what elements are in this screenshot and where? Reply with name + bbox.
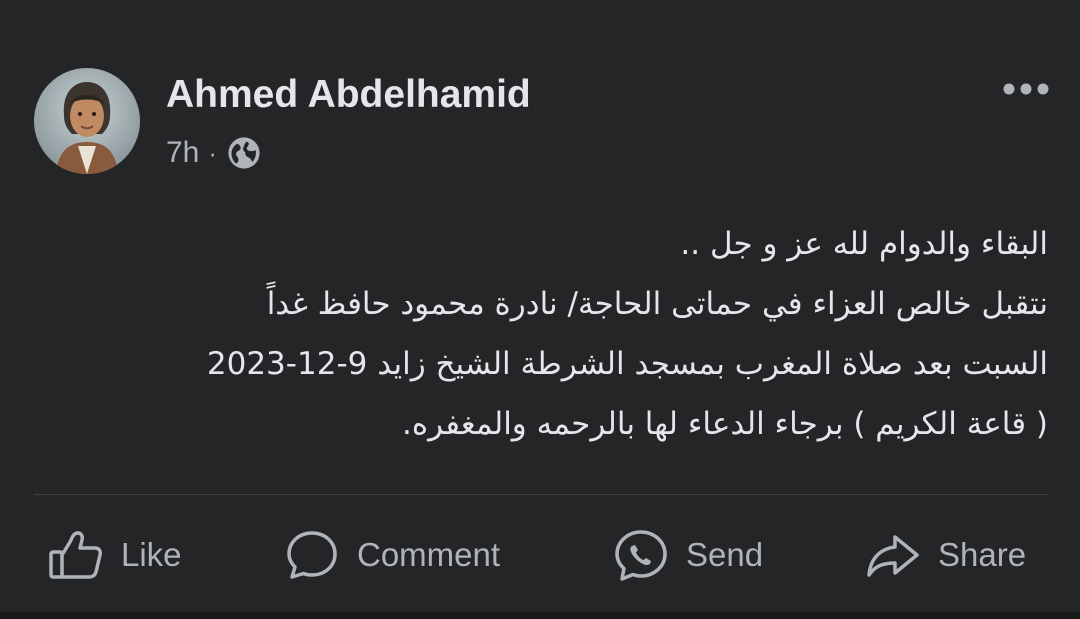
- post-meta: 7h ·: [166, 132, 261, 174]
- like-label: Like: [121, 536, 182, 573]
- post-card: Ahmed Abdelhamid 7h · البقاء والدوام لله…: [0, 0, 1080, 619]
- send-button[interactable]: Send: [613, 515, 763, 595]
- comment-label: Comment: [357, 536, 501, 573]
- divider: [34, 494, 1047, 495]
- messenger-icon: [615, 530, 667, 581]
- post-actions: Like Comment Send Share: [0, 515, 1080, 595]
- post-text: البقاء والدوام لله عز و جل .. نتقبل خالص…: [40, 214, 1048, 454]
- thumbs-up-icon: [49, 531, 102, 579]
- comment-icon: [287, 531, 337, 579]
- share-arrow-icon: [867, 535, 919, 577]
- more-horizontal-icon: [1003, 83, 1049, 95]
- like-button[interactable]: Like: [48, 515, 182, 595]
- send-label: Send: [686, 536, 764, 573]
- globe-icon[interactable]: [227, 136, 261, 170]
- avatar[interactable]: [34, 68, 140, 174]
- comment-button[interactable]: Comment: [284, 515, 500, 595]
- meta-separator: ·: [208, 137, 218, 168]
- post-text-line: السبت بعد صلاة المغرب بمسجد الشرطة الشيخ…: [206, 346, 1048, 382]
- post-text-line: نتقبل خالص العزاء في حماتى الحاجة/ نادرة…: [266, 286, 1048, 322]
- share-label: Share: [938, 536, 1027, 573]
- author-name[interactable]: Ahmed Abdelhamid: [166, 70, 531, 120]
- profile-photo-icon: [34, 68, 140, 174]
- feed-separator: [0, 612, 1080, 619]
- post-text-line: البقاء والدوام لله عز و جل ..: [680, 226, 1048, 262]
- post-text-line: ( قاعة الكريم ) برجاء الدعاء لها بالرحمه…: [401, 406, 1048, 442]
- post-time[interactable]: 7h: [166, 136, 199, 170]
- more-options-button[interactable]: [998, 74, 1054, 104]
- share-button[interactable]: Share: [865, 515, 1026, 595]
